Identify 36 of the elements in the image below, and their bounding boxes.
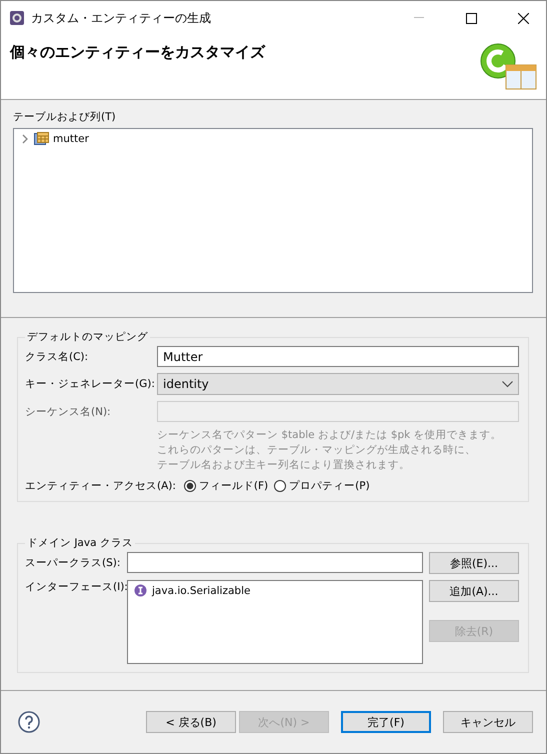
list-item[interactable]: java.io.Serializable [152,584,250,596]
hint-line: テーブル名および主キー列名により置換されます。 [157,458,410,473]
add-button[interactable]: 追加(A)... [429,580,519,602]
radio-button[interactable]: フィールド(F) [184,479,268,493]
tables-label: テーブルおよび列(T) [13,110,117,124]
field-label: スーパークラス(S): [25,556,120,570]
page-title: 個々のエンティティーをカスタマイズ [10,43,265,62]
maximize-button[interactable] [466,12,476,24]
radio-circle-icon[interactable] [274,480,286,492]
dialog-button[interactable]: 完了(F) [341,711,431,733]
dialog-button[interactable]: < 戻る(B) [146,711,236,733]
dialog-button[interactable]: キャンセル [443,711,533,733]
close-button[interactable] [518,12,528,24]
class-name-field[interactable]: Mutter [157,346,519,367]
hint-line: シーケンス名でパターン $table および/または $pk を使用できます。 [157,428,502,443]
superclass-field[interactable] [127,552,423,573]
field-label: エンティティー・アクセス(A): [25,479,176,493]
window-title: カスタム・エンティティーの生成 [31,10,212,26]
key-generator-dropdown[interactable]: identity [157,373,519,395]
field-label: キー・ジェネレーター(G): [25,377,155,391]
chevron-down-icon [502,380,513,388]
radio-circle-icon[interactable] [184,480,196,492]
expander-icon[interactable] [20,134,30,144]
field-label: シーケンス名(N): [25,404,111,418]
field-label: クラス名(C): [25,350,88,364]
group-title: ドメイン Java クラス [26,536,134,550]
app-icon [9,10,25,26]
hint-line: これらのパターンは、テーブル・マッピングが生成される時に、 [157,443,476,458]
interface-icon [134,584,147,597]
group-title: デフォルトのマッピング [26,330,149,344]
field-label: インターフェース(I): [25,580,128,595]
browse-button[interactable]: 参照(E)... [429,552,519,574]
tree-item[interactable]: mutter [53,132,89,144]
table-icon [34,132,49,145]
help-icon[interactable] [18,711,40,733]
radio-button[interactable]: プロパティー(P) [274,479,370,493]
